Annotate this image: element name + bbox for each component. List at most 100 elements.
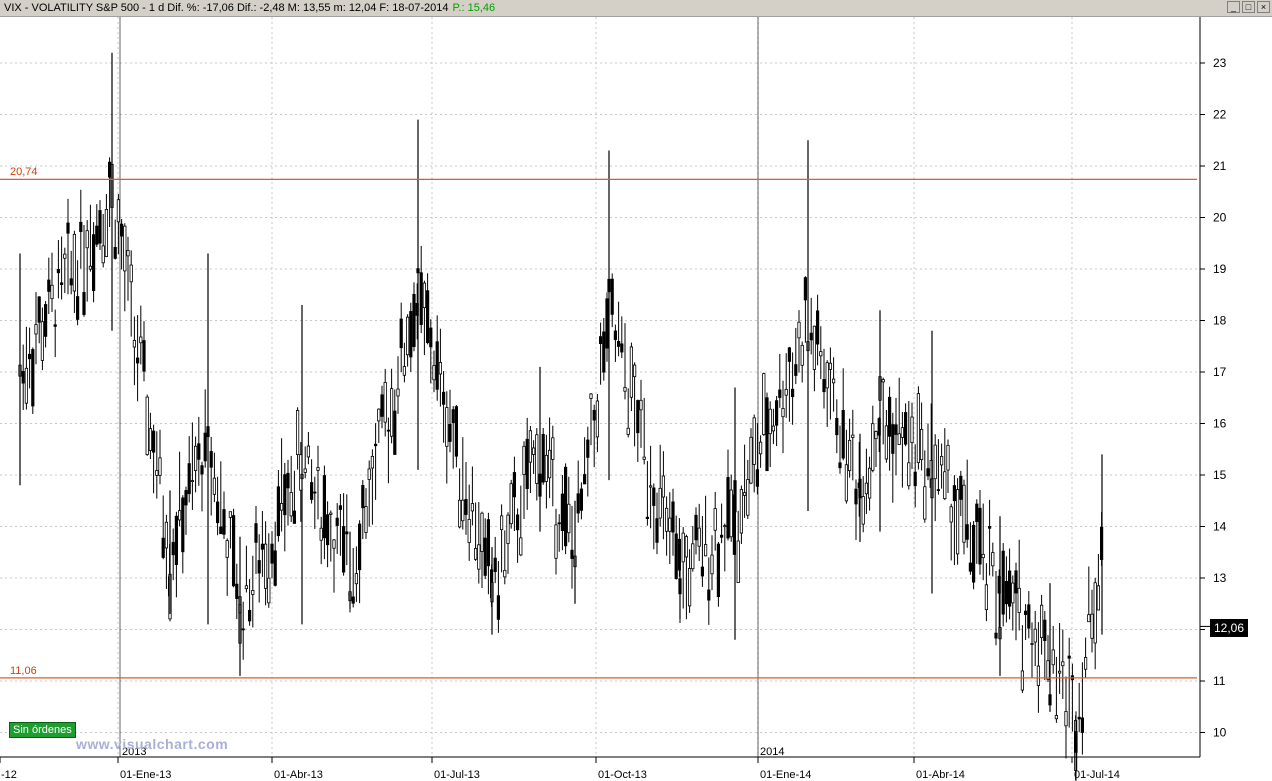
candle-body: [532, 447, 536, 455]
candle-body: [279, 502, 284, 511]
candle-body: [674, 533, 678, 579]
candle-body: [729, 489, 733, 538]
maximize-button[interactable]: □: [1242, 1, 1255, 13]
candle-body: [665, 507, 669, 532]
x-tick-label: 01-Oct-13: [598, 769, 647, 781]
candle-body: [519, 537, 523, 556]
candle-body: [579, 488, 584, 511]
candle-body: [1027, 604, 1031, 629]
y-tick-label: 11: [1213, 674, 1226, 688]
candle-body: [247, 609, 252, 622]
candle-body: [752, 417, 756, 465]
candle-body: [197, 443, 201, 460]
candle-body: [1080, 717, 1084, 733]
candle-body: [1087, 614, 1091, 623]
candle-body: [981, 553, 985, 559]
candle-body: [688, 568, 692, 607]
candle-body: [148, 428, 152, 451]
candle-body: [1011, 582, 1015, 604]
candle-body: [991, 552, 995, 567]
candle-body: [1077, 716, 1081, 720]
level-label-low: 11,06: [10, 665, 37, 677]
candle-body: [306, 445, 311, 458]
candle-body: [60, 282, 64, 285]
candle-body: [329, 512, 333, 515]
close-button[interactable]: ×: [1257, 1, 1270, 13]
vix-chart[interactable]: 1011121314151617181920212223-1201-Ene-13…: [0, 17, 1272, 781]
candle-body: [617, 340, 621, 347]
candle-body: [512, 472, 517, 498]
candle-body: [151, 430, 156, 453]
candle-body: [570, 549, 574, 559]
candle-body: [50, 284, 54, 300]
minimize-button[interactable]: _: [1227, 1, 1240, 13]
candle-body: [483, 537, 487, 576]
candle-body: [203, 432, 207, 462]
candle-body: [700, 566, 705, 577]
candle-body: [422, 282, 427, 309]
candle-body: [332, 539, 336, 549]
candle-body: [98, 210, 102, 244]
candle-body: [319, 527, 323, 541]
x-tick-label: 01-Jul-14: [1074, 769, 1120, 781]
candle-body: [652, 487, 656, 506]
candle-body: [933, 444, 937, 480]
candle-body: [104, 209, 108, 257]
candle-body: [707, 589, 711, 601]
candle-body: [633, 364, 637, 378]
candle-body: [1051, 649, 1055, 666]
chart-axes: 1011121314151617181920212223-1201-Ene-13…: [0, 17, 1227, 781]
candle-body: [551, 437, 555, 460]
candle-body: [276, 486, 281, 537]
candle-body: [486, 519, 491, 567]
candle-body: [704, 544, 708, 557]
candle-body: [335, 517, 339, 526]
candle-body: [190, 480, 194, 482]
candle-body: [516, 514, 520, 531]
candle-body: [874, 431, 878, 440]
candle-body: [373, 443, 378, 447]
candle-body: [743, 492, 747, 496]
candle-body: [219, 526, 223, 535]
candle-body: [765, 397, 769, 472]
candle-body: [1096, 585, 1100, 611]
candle-body: [286, 472, 290, 489]
candle-body: [599, 336, 603, 345]
candle-body: [464, 498, 468, 515]
candle-body: [894, 424, 898, 435]
candle-body: [602, 331, 606, 373]
candle-body: [544, 454, 549, 482]
candle-body: [762, 373, 766, 436]
candle-body: [803, 277, 808, 301]
y-tick-label: 19: [1213, 262, 1227, 276]
candle-body: [978, 507, 982, 565]
candle-body: [522, 445, 526, 475]
candles: [18, 52, 1104, 781]
candle-body: [448, 424, 452, 442]
x-tick-label: 01-Abr-14: [916, 769, 965, 781]
y-tick-label: 14: [1213, 520, 1227, 534]
candle-body: [791, 388, 795, 398]
candle-body: [389, 388, 394, 437]
candle-body: [215, 501, 220, 524]
brand-watermark: www.visualchart.com: [76, 736, 229, 752]
candle-body: [171, 541, 175, 556]
orders-badge[interactable]: Sin órdenes: [9, 722, 76, 738]
candle-body: [95, 225, 99, 245]
candle-body: [920, 428, 924, 461]
candle-body: [560, 493, 565, 531]
candle-body: [972, 524, 976, 583]
candle-body: [994, 632, 998, 639]
candle-body: [123, 225, 127, 272]
candle-body: [120, 223, 124, 237]
candle-body: [736, 540, 740, 583]
candle-body: [1084, 657, 1088, 670]
candle-body: [1001, 550, 1005, 615]
candle-body: [716, 543, 721, 598]
candle-body: [1014, 570, 1018, 594]
candle-body: [781, 408, 785, 418]
candle-body: [496, 595, 501, 620]
candle-body: [289, 492, 293, 517]
candle-body: [589, 393, 593, 399]
last-price: P.: 15,46: [452, 2, 496, 14]
